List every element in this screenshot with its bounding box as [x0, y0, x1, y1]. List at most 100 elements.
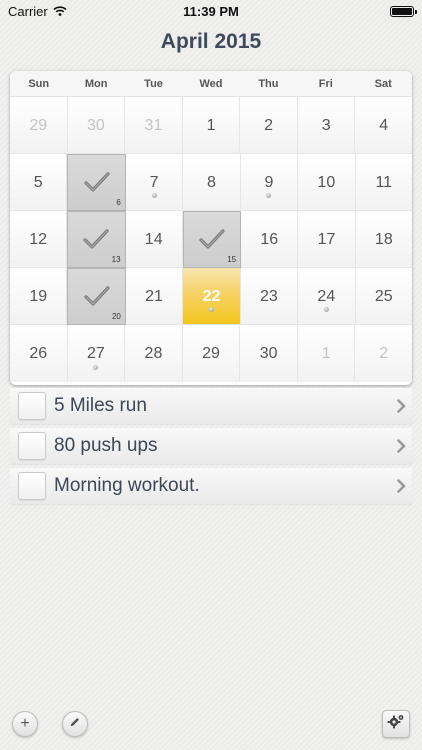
calendar-day[interactable]: 2 [240, 97, 298, 154]
calendar-day[interactable]: 3 [297, 97, 356, 154]
calendar-grid: 29 30 31 1 2 3 4 5 6 7 8 9 10 11 12 13 14 15 16 17 18 19 20 21 2… [10, 97, 412, 382]
pencil-icon [69, 716, 81, 732]
calendar-day[interactable]: 12 [10, 211, 68, 268]
calendar-day[interactable]: 31 [125, 97, 183, 154]
calendar-day[interactable]: 27 [67, 325, 126, 382]
weekday-header: Sun Mon Tue Wed Thu Fri Sat [10, 71, 412, 97]
calendar-day[interactable]: 10 [298, 154, 356, 211]
chevron-right-icon [397, 479, 406, 493]
day-number: 9 [264, 174, 274, 191]
plus-icon: + [20, 715, 30, 732]
day-number: 18 [374, 231, 393, 248]
day-number: 4 [379, 117, 389, 134]
task-label: Morning workout. [54, 475, 200, 496]
event-dot-icon [151, 193, 157, 198]
day-number: 1 [206, 117, 216, 134]
day-number: 21 [145, 288, 163, 305]
calendar-week: 5 6 7 8 9 10 11 [10, 154, 412, 211]
weekday-label: Mon [84, 78, 108, 90]
calendar-week: 26 27 28 29 30 1 2 [10, 325, 412, 382]
calendar-day[interactable]: 28 [125, 325, 183, 382]
calendar-day[interactable]: 30 [67, 97, 126, 154]
calendar-day[interactable]: 4 [355, 97, 412, 154]
weekday-label: Sat [374, 78, 392, 90]
day-number: 30 [86, 117, 105, 134]
calendar-day[interactable]: 11 [355, 154, 412, 211]
carrier-label: Carrier [8, 3, 48, 19]
day-number-badge: 13 [111, 255, 121, 264]
weekday-label: Tue [144, 78, 163, 90]
calendar-day[interactable]: 18 [355, 211, 412, 268]
calendar-day[interactable]: 19 [10, 268, 68, 325]
day-number: 3 [321, 117, 331, 134]
task-checkbox[interactable] [18, 432, 46, 460]
calendar-day[interactable]: 1 [297, 325, 356, 382]
weekday-label: Wed [199, 78, 223, 90]
calendar-day[interactable]: 17 [298, 211, 356, 268]
calendar-day[interactable]: 25 [355, 268, 412, 325]
day-number: 7 [149, 174, 159, 191]
calendar-day[interactable]: 29 [182, 325, 241, 382]
task-checkbox[interactable] [18, 392, 46, 420]
day-number: 5 [33, 174, 43, 191]
day-number: 29 [202, 345, 220, 362]
day-number: 28 [144, 345, 163, 362]
calendar-day[interactable]: 2 [355, 325, 412, 382]
gear-icon [387, 713, 405, 736]
day-number: 17 [317, 231, 336, 248]
calendar-day[interactable]: 29 [10, 97, 68, 154]
battery-icon [390, 5, 417, 17]
calendar-day[interactable]: 9 [240, 154, 299, 211]
calendar-day[interactable]: 24 [298, 268, 356, 325]
day-number: 14 [144, 231, 163, 248]
event-dot-icon [93, 365, 99, 370]
calendar-day[interactable]: 21 [125, 268, 184, 325]
calendar-day-completed[interactable]: 6 [67, 154, 126, 211]
calendar-day[interactable]: 1 [182, 97, 241, 154]
event-dot-icon [323, 307, 329, 312]
day-number: 2 [264, 117, 274, 134]
calendar-day-completed[interactable]: 13 [67, 211, 126, 268]
chevron-right-icon [397, 439, 406, 453]
day-number: 1 [321, 345, 331, 362]
task-row[interactable]: 5 Miles run [10, 388, 412, 424]
day-number: 25 [374, 288, 393, 305]
task-row[interactable]: 80 push ups [10, 428, 412, 464]
day-number-badge: 15 [227, 255, 237, 264]
day-number: 19 [29, 288, 48, 305]
calendar-day[interactable]: 14 [125, 211, 183, 268]
day-number: 16 [260, 231, 279, 248]
calendar-week: 29 30 31 1 2 3 4 [10, 97, 412, 154]
edit-button[interactable] [62, 711, 88, 737]
status-left: Carrier [8, 4, 67, 19]
calendar-day[interactable]: 23 [240, 268, 299, 325]
settings-button[interactable] [382, 710, 410, 738]
month-title: April 2015 [160, 30, 262, 53]
calendar-day-completed[interactable]: 15 [182, 211, 242, 268]
calendar-day-today[interactable]: 22 [183, 268, 241, 325]
add-button[interactable]: + [12, 711, 38, 737]
checkmark-icon [199, 227, 225, 249]
day-number: 11 [375, 174, 393, 191]
wifi-icon [53, 4, 67, 19]
day-number: 27 [86, 345, 105, 362]
calendar-day[interactable]: 30 [240, 325, 298, 382]
calendar: Sun Mon Tue Wed Thu Fri Sat 29 30 31 1 2 3 4 5 6 7 8 9 10 1… [10, 71, 412, 385]
day-number: 12 [29, 231, 48, 248]
day-number: 31 [144, 117, 163, 134]
calendar-day-completed[interactable]: 20 [67, 268, 126, 325]
calendar-week: 12 13 14 15 16 17 18 [10, 211, 412, 268]
calendar-day[interactable]: 7 [125, 154, 184, 211]
event-dot-icon [208, 307, 214, 312]
calendar-day[interactable]: 26 [10, 325, 68, 382]
day-number: 30 [259, 345, 278, 362]
task-checkbox[interactable] [18, 472, 46, 500]
calendar-day[interactable]: 5 [10, 154, 68, 211]
checkmark-icon [83, 227, 110, 249]
task-row[interactable]: Morning workout. [10, 468, 412, 504]
checkmark-icon [84, 170, 110, 192]
calendar-day[interactable]: 8 [183, 154, 241, 211]
calendar-day[interactable]: 16 [241, 211, 299, 268]
weekday-label: Fri [318, 78, 333, 90]
day-number: 29 [29, 117, 48, 134]
